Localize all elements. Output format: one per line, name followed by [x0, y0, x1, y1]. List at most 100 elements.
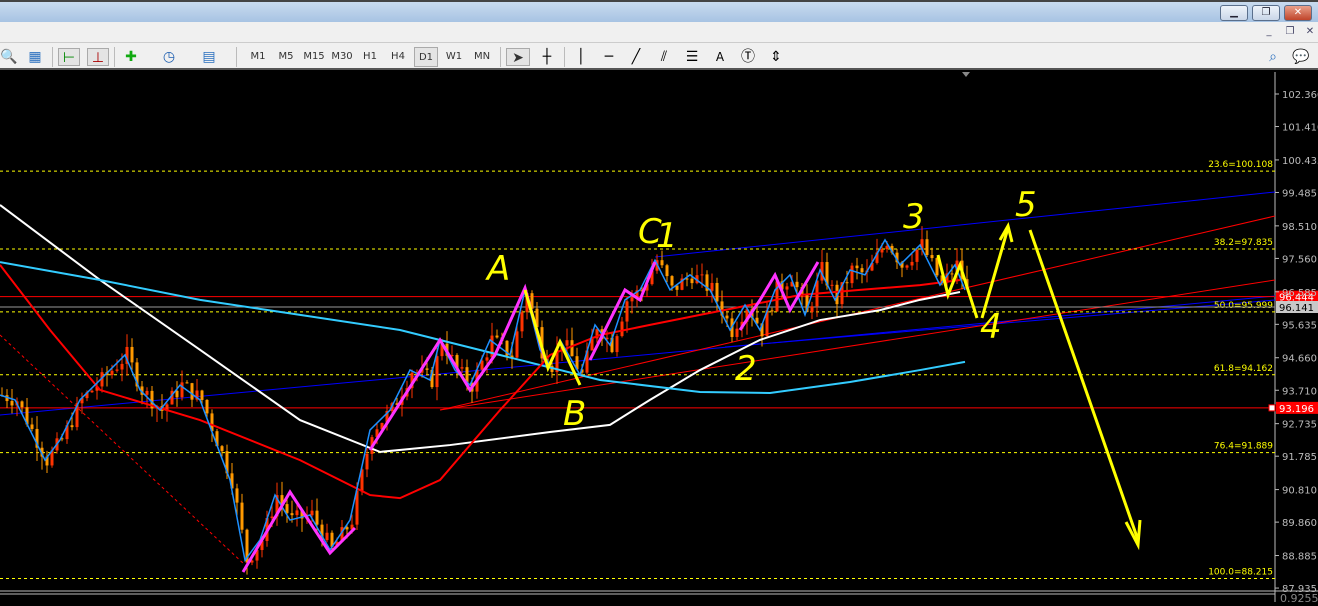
candle-body — [30, 424, 34, 429]
candle-body — [310, 510, 314, 516]
candle-body — [615, 336, 619, 353]
candle-body — [810, 306, 814, 313]
candle-body — [950, 273, 954, 275]
axis-label: 101.410 — [1282, 123, 1318, 134]
timeframe-d1[interactable]: D1 — [414, 47, 438, 67]
candle-body — [485, 357, 489, 361]
candle-body — [110, 370, 114, 376]
axis-label: 95.635 — [1282, 320, 1317, 331]
candle-body — [120, 363, 124, 370]
candle-body — [830, 284, 834, 286]
candle-body — [70, 425, 74, 428]
axis-label: 89.860 — [1282, 518, 1317, 529]
candle-body — [205, 399, 209, 414]
child-restore-button[interactable]: ❐ — [1283, 25, 1297, 38]
candle-body — [910, 261, 914, 266]
candle-body — [240, 502, 244, 530]
chart-shift-icon[interactable]: ⊢ — [58, 48, 80, 66]
axis-label: 88.885 — [1282, 552, 1317, 563]
candle-body — [715, 282, 719, 302]
candle-body — [130, 346, 134, 363]
candle-body — [145, 390, 149, 395]
label-1: 1 — [656, 216, 678, 256]
label-a: A — [485, 249, 510, 289]
crosshair-icon[interactable]: ┼ — [538, 48, 556, 66]
child-close-button[interactable]: ✕ — [1303, 25, 1317, 38]
ask-line-label: 96.141 — [1279, 303, 1314, 314]
candle-body — [860, 268, 864, 273]
candle-body — [795, 281, 799, 288]
level-handle — [1268, 404, 1276, 412]
zoom-out-icon[interactable]: 🔍 — [0, 48, 18, 66]
candle-body — [665, 265, 669, 277]
candle-body — [880, 249, 884, 253]
chat-icon[interactable]: 💬 — [1292, 48, 1310, 66]
axis-label: 98.510 — [1282, 222, 1317, 233]
text-label-icon[interactable]: Ⓣ — [739, 48, 757, 66]
timeframe-mn[interactable]: MN — [470, 47, 494, 67]
candle-body — [735, 328, 739, 337]
timeframe-h1[interactable]: H1 — [358, 47, 382, 67]
timeframe-m1[interactable]: M1 — [246, 47, 270, 67]
timeframe-w1[interactable]: W1 — [442, 47, 466, 67]
fib-level-label: 76.4=91.889 — [1214, 442, 1273, 452]
fib-level-label: 100.0=88.215 — [1208, 567, 1273, 577]
candle-body — [930, 255, 934, 259]
timeframe-m15[interactable]: M15 — [302, 47, 326, 67]
candle-body — [325, 532, 329, 541]
search-icon[interactable]: ⌕ — [1264, 48, 1282, 66]
candle-body — [175, 390, 179, 398]
channel-icon[interactable]: ⫽ — [655, 48, 673, 66]
candle-body — [855, 265, 859, 269]
candle-body — [425, 368, 429, 370]
candle-body — [220, 446, 224, 452]
tile-windows-icon[interactable]: ▦ — [26, 48, 44, 66]
candle-body — [20, 401, 24, 408]
horizontal-line-icon[interactable]: ─ — [600, 48, 618, 66]
axis-label: 96.585 — [1282, 288, 1317, 299]
axis-label: 100.435 — [1282, 156, 1318, 167]
candle-body — [290, 513, 294, 516]
child-minimize-button[interactable]: _ — [1262, 25, 1276, 38]
minimize-button[interactable]: ▁ — [1220, 5, 1248, 21]
candle-body — [620, 321, 624, 337]
restore-button[interactable]: ❐ — [1252, 5, 1280, 21]
vertical-line-icon[interactable]: │ — [572, 48, 590, 66]
candle-body — [180, 382, 184, 398]
timeframe-m5[interactable]: M5 — [274, 47, 298, 67]
axis-label: 93.710 — [1282, 386, 1317, 397]
candle-body — [185, 382, 189, 384]
fibonacci-icon[interactable]: ☰ — [683, 48, 701, 66]
price-chart[interactable]: 23.6=100.108 38.2=97.835 50.0=95.999 61.8=9… — [0, 70, 1318, 605]
candle-body — [915, 249, 919, 262]
templates-icon[interactable]: ▤ — [200, 48, 218, 66]
trendline-icon[interactable]: ╱ — [627, 48, 645, 66]
text-tool-icon[interactable]: A — [711, 48, 729, 66]
timeframe-h4[interactable]: H4 — [386, 47, 410, 67]
indicators-icon[interactable]: ✚ — [122, 48, 140, 66]
axis-label: 99.485 — [1282, 188, 1317, 199]
periods-clock-icon[interactable]: ◷ — [160, 48, 178, 66]
candle-body — [625, 301, 629, 322]
candle-body — [10, 401, 14, 406]
cursor-icon[interactable]: ➤ — [506, 48, 530, 66]
arrows-icon[interactable]: ⇕ — [767, 48, 785, 66]
close-button[interactable]: ✕ — [1284, 5, 1312, 21]
candle-body — [660, 260, 664, 266]
candle-body — [365, 453, 369, 470]
label-5: 5 — [1015, 185, 1037, 225]
candle-body — [690, 278, 694, 284]
candle-body — [460, 367, 464, 369]
candle-body — [850, 265, 854, 284]
candle-body — [235, 488, 239, 503]
candle-body — [785, 286, 789, 290]
candle-body — [515, 331, 519, 358]
candle-body — [270, 516, 274, 519]
candle-body — [190, 383, 194, 400]
label-4: 4 — [980, 307, 1002, 347]
timeframe-m30[interactable]: M30 — [330, 47, 354, 67]
candle-body — [200, 390, 204, 400]
axis-label: 91.785 — [1282, 452, 1317, 463]
auto-scroll-icon[interactable]: ⊥ — [87, 48, 109, 66]
candle-body — [495, 335, 499, 338]
